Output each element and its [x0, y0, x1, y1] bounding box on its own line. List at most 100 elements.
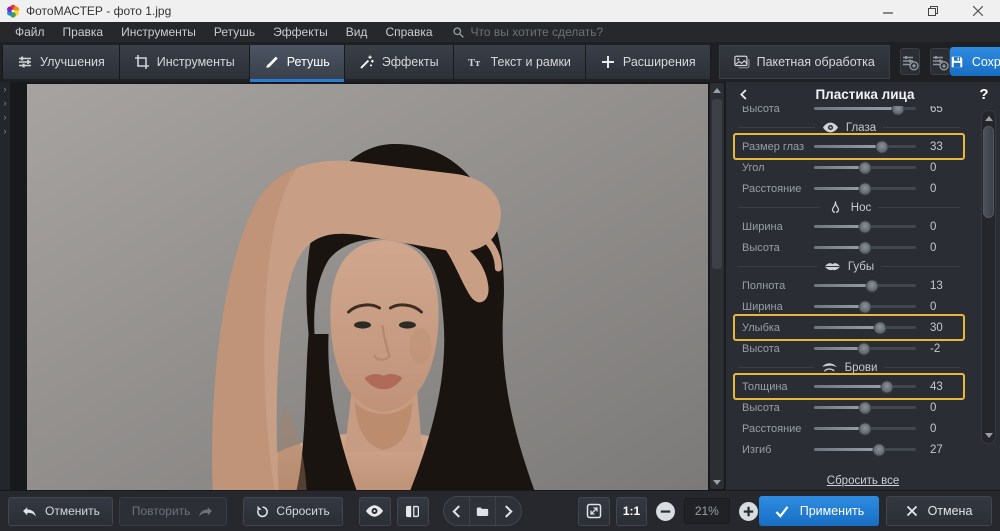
tab-5[interactable]: Расширения [586, 45, 711, 79]
help-button[interactable]: ? [968, 86, 1000, 103]
reset-label: Сбросить [276, 504, 329, 518]
slider-row: Полнота13 [738, 275, 960, 296]
slider-value: 0 [930, 183, 956, 195]
tab-6[interactable]: Пакетная обработка [719, 45, 890, 79]
menu-item[interactable]: Инструменты [112, 25, 205, 39]
slider-value: 30 [930, 322, 956, 334]
panel-title: Пластика лица [762, 87, 968, 102]
photo-canvas[interactable] [10, 82, 725, 490]
save-button[interactable]: Сохранить [950, 47, 1000, 76]
slider-handle[interactable] [865, 279, 878, 292]
slider[interactable] [814, 166, 916, 169]
menu-item[interactable]: Правка [54, 25, 113, 39]
slider[interactable] [814, 326, 916, 329]
tab-4[interactable]: TтТекст и рамки [454, 45, 586, 79]
expand-chevron-icon[interactable]: › [4, 85, 7, 94]
scroll-down-icon[interactable] [982, 429, 995, 442]
slider[interactable] [814, 385, 916, 388]
slider[interactable] [814, 145, 916, 148]
slider[interactable] [814, 187, 916, 190]
slider[interactable] [814, 225, 916, 228]
redo-button[interactable]: Повторить [119, 497, 228, 526]
show-original-button[interactable] [359, 497, 391, 526]
photomaster-window: ФотоМАСТЕР - фото 1.jpg ФайлПравкаИнстру… [0, 0, 1000, 531]
slider-handle[interactable] [859, 182, 872, 195]
cancel-button[interactable]: Отмена [886, 496, 992, 526]
panel-rows: Высота65ГлазаРазмер глаз33Угол0Расстояни… [738, 106, 960, 460]
slider-handle[interactable] [859, 241, 872, 254]
scroll-up-icon[interactable] [982, 112, 995, 125]
photo-image[interactable] [27, 84, 708, 490]
scroll-down-icon[interactable] [710, 475, 724, 489]
slider-handle[interactable] [872, 443, 885, 456]
undo-button[interactable]: Отменить [8, 497, 113, 526]
slider[interactable] [814, 284, 916, 287]
before-after-button[interactable] [397, 497, 429, 526]
reset-button[interactable]: Сбросить [243, 497, 342, 526]
command-search[interactable]: Что вы хотите сделать? [452, 25, 604, 39]
tab-3[interactable]: Эффекты [345, 45, 454, 79]
collapsed-panel-strip: › › › › [0, 82, 10, 490]
expand-chevron-icon[interactable]: › [4, 127, 7, 136]
fit-screen-button[interactable] [578, 497, 610, 526]
menu-item[interactable]: Эффекты [264, 25, 337, 39]
canvas-vertical-scrollbar[interactable] [710, 83, 724, 489]
save-label: Сохранить [972, 55, 1000, 69]
zoom-in-button[interactable] [738, 500, 759, 522]
slider[interactable] [814, 246, 916, 249]
open-folder-button[interactable] [470, 497, 496, 525]
next-photo-button[interactable] [496, 497, 522, 525]
slider-handle[interactable] [892, 106, 905, 115]
tab-label: Улучшения [40, 55, 105, 69]
scroll-up-icon[interactable] [710, 83, 724, 97]
slider-value: 65 [930, 106, 956, 115]
slider[interactable] [814, 305, 916, 308]
slider[interactable] [814, 107, 916, 110]
slider-label: Высота [742, 106, 814, 115]
slider-value: -2 [930, 343, 956, 355]
search-icon [452, 26, 465, 39]
reset-all-link[interactable]: Сбросить все [827, 475, 899, 487]
zoom-out-button[interactable] [655, 500, 676, 522]
slider-handle[interactable] [875, 140, 888, 153]
batch-icon [734, 54, 750, 70]
restore-button[interactable] [910, 0, 955, 22]
actual-size-button[interactable]: 1:1 [616, 497, 646, 526]
panel-scrollbar[interactable] [981, 110, 996, 444]
apply-button[interactable]: Применить [759, 496, 879, 526]
slider[interactable] [814, 406, 916, 409]
minimize-button[interactable] [865, 0, 910, 22]
menu-item[interactable]: Ретушь [205, 25, 264, 39]
menu-item[interactable]: Файл [6, 25, 54, 39]
slider-value: 43 [930, 381, 956, 393]
tab-0[interactable]: Улучшения [2, 45, 120, 79]
tab-1[interactable]: Инструменты [120, 45, 250, 79]
menu-item[interactable]: Вид [337, 25, 377, 39]
slider-handle[interactable] [859, 401, 872, 414]
slider-value: 27 [930, 444, 956, 456]
slider[interactable] [814, 448, 916, 451]
slider-handle[interactable] [859, 422, 872, 435]
slider-handle[interactable] [859, 161, 872, 174]
preset-export-button[interactable] [930, 48, 950, 75]
slider-handle[interactable] [874, 321, 887, 334]
tab-strip: Улучшения ИнструментыРетушьЭффектыTтТекст… [2, 45, 890, 79]
previous-photo-button[interactable] [444, 497, 470, 525]
close-button[interactable] [955, 0, 1000, 22]
slider-handle[interactable] [857, 342, 870, 355]
slider-label: Толщина [742, 381, 814, 393]
back-button[interactable] [726, 88, 762, 101]
cancel-label: Отмена [928, 504, 973, 518]
expand-chevron-icon[interactable]: › [4, 113, 7, 122]
menu-item[interactable]: Справка [376, 25, 441, 39]
slider[interactable] [814, 427, 916, 430]
slider-handle[interactable] [859, 220, 872, 233]
tab-2[interactable]: Ретушь [250, 45, 345, 79]
panel-scrollbar-thumb[interactable] [983, 126, 994, 218]
slider-handle[interactable] [880, 380, 893, 393]
slider[interactable] [814, 347, 916, 350]
canvas-scrollbar-thumb[interactable] [712, 99, 722, 269]
expand-chevron-icon[interactable]: › [4, 99, 7, 108]
slider-handle[interactable] [859, 300, 872, 313]
preset-add-button[interactable] [900, 48, 920, 75]
